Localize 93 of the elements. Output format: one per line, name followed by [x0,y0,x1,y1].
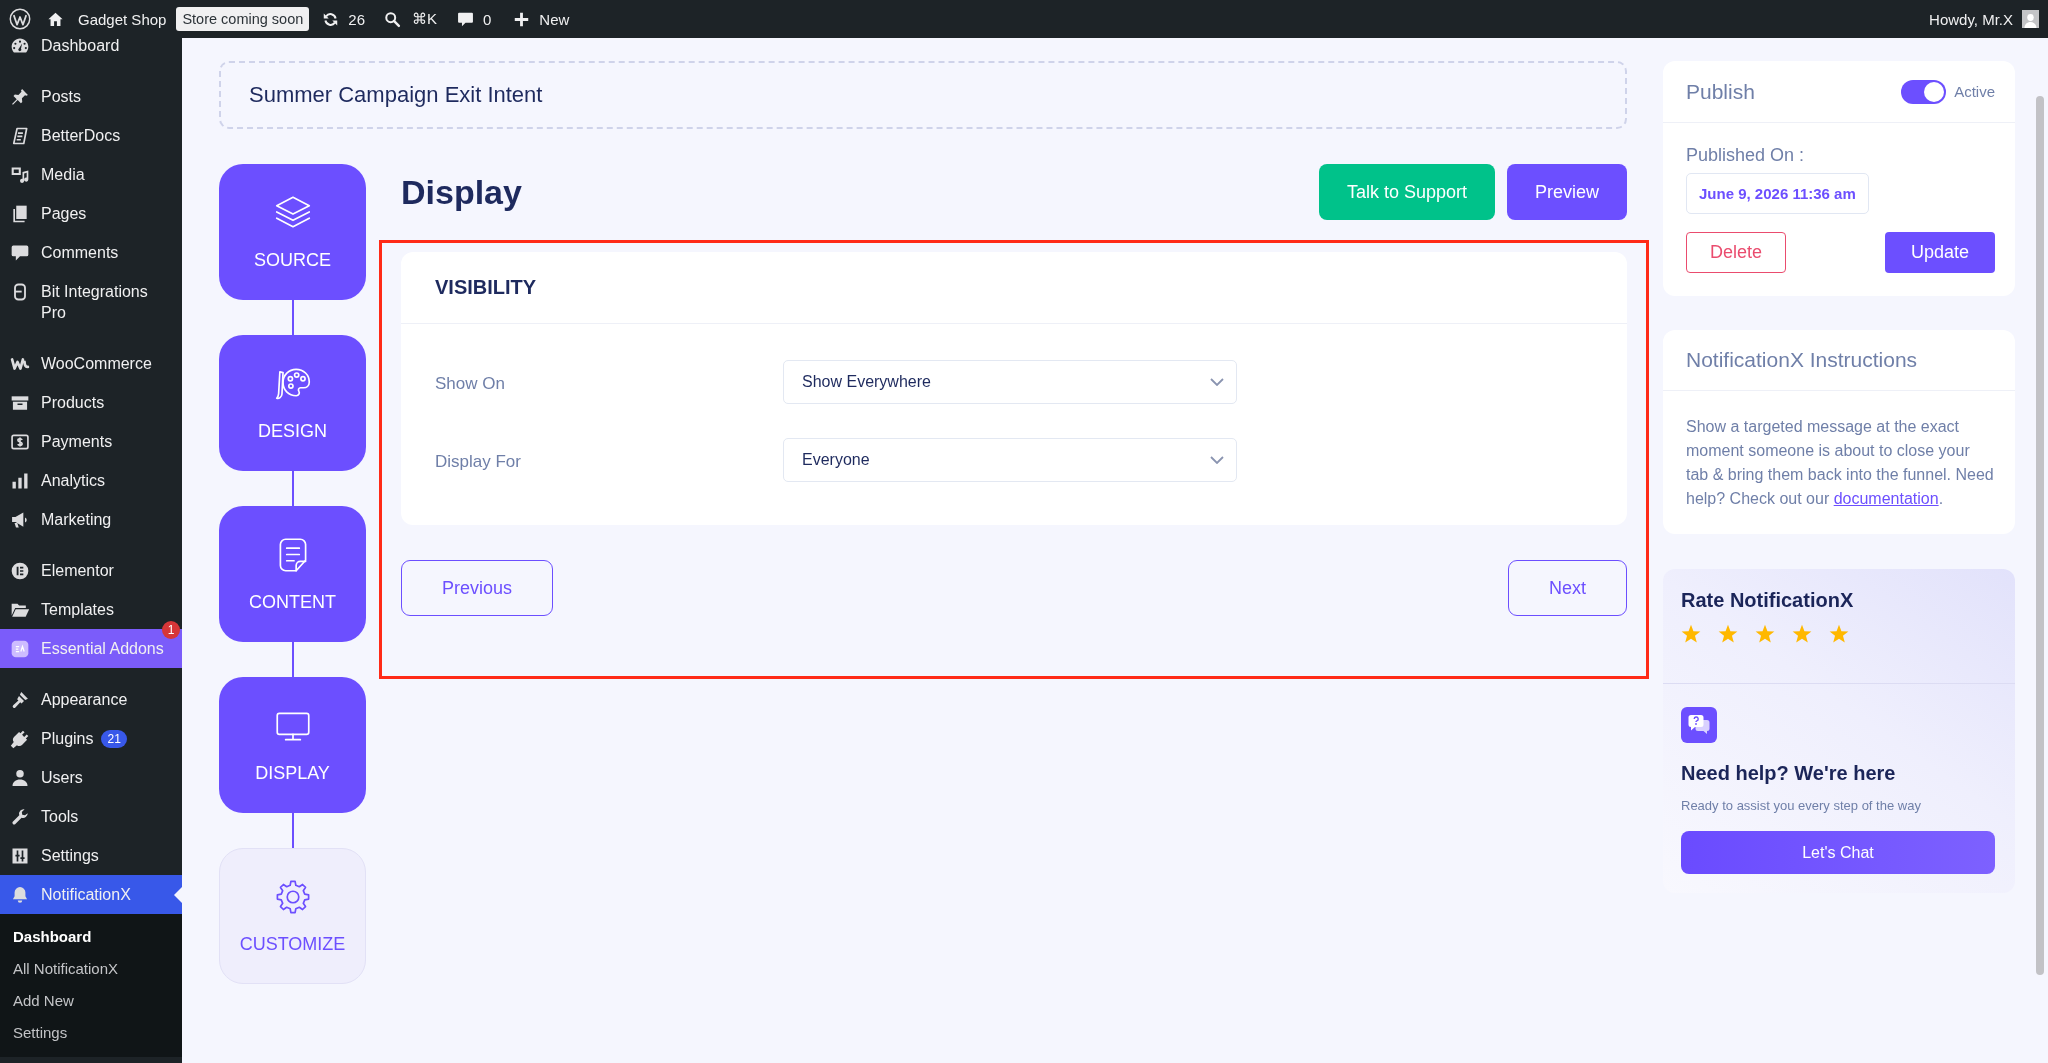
new-link[interactable]: New [513,10,570,28]
page-title: Display [401,172,522,212]
sidebar-item[interactable]: Plugins 21 [0,719,182,758]
sidebar-item[interactable]: Users [0,758,182,797]
step-connector [291,300,294,335]
comments-link[interactable]: 0 [457,10,492,28]
speech-bubble-icon [457,10,474,28]
field-label: Show On [435,373,506,394]
star-icon[interactable] [1681,624,1701,644]
date-field[interactable]: June 9, 2026 11:36 am [1686,173,1869,214]
star-icon[interactable] [1792,624,1812,644]
step-tab[interactable]: DISPLAY [219,677,366,813]
step-connector [291,642,294,677]
paintbrush-icon [10,689,30,710]
chevron-down-icon [1210,378,1224,386]
logo-icon[interactable] [9,8,31,30]
updates-link[interactable]: 26 [322,10,365,28]
sidebar-item[interactable]: BetterDocs [0,116,182,155]
user-icon [10,767,30,788]
submenu-item[interactable]: All NotificationX [0,953,182,985]
account-link[interactable]: Howdy, Mr.X [1929,10,2039,28]
published-on-label: Published On : [1686,144,1806,167]
gauge-icon [10,38,30,56]
home-icon [47,10,64,28]
sidebar-item[interactable]: Elementor [0,551,182,590]
search-link[interactable]: ⌘K [384,10,437,28]
sidebar-item[interactable]: WooCommerce [0,344,182,383]
select-field[interactable]: Everyone [783,438,1237,482]
wrench-icon [10,806,30,827]
next-button[interactable]: Next [1508,560,1627,616]
card-title: Publish [1686,79,1755,104]
select-field[interactable]: Show Everywhere [783,360,1237,404]
step-tab[interactable]: SOURCE [219,164,366,300]
plus-icon [513,10,531,28]
campaign-title-field[interactable]: Summer Campaign Exit Intent [219,61,1627,129]
pages-icon [10,203,30,224]
sidebar-item[interactable]: Analytics [0,461,182,500]
avatar-icon [2022,10,2039,28]
rating-title: Rate NotificationX [1681,588,1855,612]
document-icon [10,125,30,146]
plug-icon [10,728,30,749]
sidebar-item[interactable]: Comments [0,233,182,272]
sidebar-item[interactable]: Appearance [0,680,182,719]
step-connector [291,813,294,848]
previous-button[interactable]: Previous [401,560,554,616]
sidebar-item[interactable]: Posts [0,77,182,116]
count-badge: 1 [162,621,180,639]
sidebar-item[interactable]: Dashboard [0,38,182,65]
scrollbar-thumb[interactable] [2036,96,2044,975]
update-button[interactable]: Update [1885,232,1995,273]
star-icon[interactable] [1829,624,1849,644]
delete-button[interactable]: Delete [1686,232,1786,273]
sidebar-item[interactable]: Settings [0,836,182,875]
sidebar-item[interactable]: Products [0,383,182,422]
submenu-item[interactable]: Settings [0,1017,182,1049]
star-icon[interactable] [1755,624,1775,644]
sidebar-item[interactable]: Media [0,155,182,194]
refresh-icon [322,10,340,28]
sidebar-item[interactable]: Tools [0,797,182,836]
chat-button[interactable]: Let's Chat [1681,831,1995,874]
circle-bars-icon [10,560,30,581]
card-title: NotificationX Instructions [1686,348,1918,372]
bell-icon [10,884,30,905]
sidebar-item[interactable]: NotificationX [0,875,182,914]
sidebar-item[interactable]: Marketing [0,500,182,539]
instructions-text: Show a targeted message at the exact moment someone is about to close your tab & bring them back into the funnel. Need help? Check out our documentation. [1686,417,1995,509]
step-tab[interactable]: DESIGN [219,335,366,471]
help-title: Need help? We're here [1681,761,1897,785]
site-link[interactable]: Gadget Shop [47,10,167,28]
store-status-badge[interactable]: Store coming soon [176,7,310,31]
sidebar-item[interactable]: Payments [0,422,182,461]
toggle-switch[interactable] [1901,79,1947,104]
documentation-link[interactable]: documentation [1833,490,1939,507]
chat-bubbles-icon [1681,707,1717,743]
star-icon[interactable] [1718,624,1738,644]
star-rating[interactable] [1681,624,1849,644]
chevron-down-icon [1210,456,1224,464]
addon-tile-icon [10,638,30,659]
search-icon [384,10,401,28]
step-tab[interactable]: CUSTOMIZE [219,848,366,984]
status-label: Active [1954,83,1995,100]
help-subtitle: Ready to assist you every step of the way [1681,798,1922,814]
preview-button[interactable]: Preview [1506,164,1627,220]
step-tab[interactable]: CONTENT [219,506,366,642]
step-connector [291,471,294,506]
section-title: VISIBILITY [435,276,537,299]
sidebar-item[interactable]: Pages [0,194,182,233]
field-label: Display For [435,451,522,472]
pushpin-icon [10,86,30,107]
submenu-item[interactable]: Add New [0,985,182,1017]
count-badge: 21 [101,729,127,748]
sidebar-item[interactable]: Bit Integrations Pro [0,272,182,332]
submenu-item[interactable]: Dashboard [0,921,182,953]
